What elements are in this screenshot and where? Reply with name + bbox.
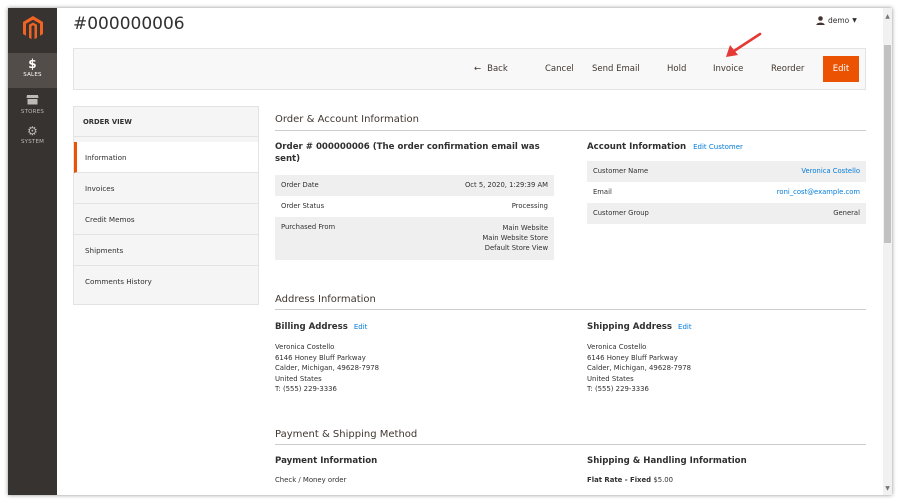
address-line: T: (555) 229-3336 [587, 385, 649, 394]
nav-item-label: SYSTEM [20, 139, 45, 145]
billing-heading: Billing Address Edit [275, 321, 367, 333]
annotation-arrow-icon [726, 32, 762, 57]
table-row: Order Date Oct 5, 2020, 1:29:39 AM [275, 175, 554, 196]
row-value-line: Main Website [502, 224, 548, 232]
order-heading-line: sent) [275, 154, 301, 164]
scrollbar[interactable]: ▲ ▼ [883, 8, 892, 495]
user-name: demo [828, 16, 850, 25]
table-row: Order Status Processing [275, 196, 554, 217]
address-line: 6146 Honey Bluff Parkway [275, 353, 366, 362]
arrow-left-icon: ← [474, 64, 482, 74]
shipping-method: Flat Rate - Fixed $5.00 [587, 476, 673, 484]
table-row: Customer Group General [587, 203, 866, 224]
nav-item-label: SALES [23, 72, 42, 78]
table-row: Purchased From Main Website Main Website… [275, 217, 554, 260]
row-label: Email [593, 188, 612, 196]
billing-address: Veronica Costello 6146 Honey Bluff Parkw… [275, 342, 379, 395]
stores-icon [8, 94, 57, 108]
payment-heading: Payment Information [275, 456, 378, 466]
back-button[interactable]: ← Back [474, 49, 508, 89]
tab-invoices[interactable]: Invoices [74, 173, 258, 204]
edit-button[interactable]: Edit [823, 56, 859, 82]
address-line: T: (555) 229-3336 [275, 385, 337, 394]
user-icon [816, 16, 825, 25]
billing-heading-text: Billing Address [275, 322, 348, 332]
table-row: Customer Name Veronica Costello [587, 161, 866, 182]
address-line: Veronica Costello [275, 343, 335, 351]
row-label: Purchased From [281, 223, 336, 231]
admin-sidebar: $ SALES STORES ⚙ SYSTEM [8, 8, 57, 495]
cancel-button[interactable]: Cancel [545, 49, 574, 89]
shipping-handling-heading: Shipping & Handling Information [587, 456, 747, 466]
tab-credit-memos[interactable]: Credit Memos [74, 204, 258, 235]
account-heading-text: Account Information [587, 142, 687, 152]
tabs-title: ORDER VIEW [74, 107, 258, 137]
browser-frame: $ SALES STORES ⚙ SYSTEM #000000006 demo … [8, 8, 892, 495]
magento-logo[interactable] [8, 8, 57, 48]
row-value: Main Website Main Website Store Default … [482, 223, 548, 253]
nav-item-sales[interactable]: $ SALES [8, 53, 57, 88]
row-value: Processing [511, 202, 548, 210]
address-line: United States [275, 374, 322, 383]
section-title-address: Address Information [275, 294, 376, 305]
row-value: General [833, 209, 860, 217]
section-title-payment-shipping: Payment & Shipping Method [275, 429, 418, 440]
nav-item-system[interactable]: ⚙ SYSTEM [8, 122, 57, 152]
order-heading: Order # 000000006 (The order confirmatio… [275, 141, 555, 165]
hold-button[interactable]: Hold [667, 49, 686, 89]
edit-customer-link[interactable]: Edit Customer [693, 143, 743, 151]
dollar-icon: $ [28, 57, 37, 71]
customer-name-link[interactable]: Veronica Costello [801, 161, 860, 182]
payment-method: Check / Money order [275, 476, 347, 484]
address-line: Veronica Costello [587, 343, 647, 351]
row-label: Customer Group [593, 209, 649, 217]
edit-billing-address-link[interactable]: Edit [354, 323, 368, 331]
tab-shipments[interactable]: Shipments [74, 235, 258, 266]
row-label: Order Date [281, 181, 319, 189]
back-label: Back [487, 64, 508, 74]
divider [275, 309, 866, 310]
scrollbar-thumb[interactable] [884, 45, 891, 243]
reorder-button[interactable]: Reorder [771, 49, 804, 89]
section-title-order-account: Order & Account Information [275, 114, 420, 125]
chevron-down-icon: ▼ [852, 17, 857, 24]
account-heading: Account Information Edit Customer [587, 141, 743, 153]
shipping-heading: Shipping Address Edit [587, 321, 692, 333]
divider [275, 130, 866, 131]
edit-shipping-address-link[interactable]: Edit [678, 323, 692, 331]
address-line: Calder, Michigan, 49628-7978 [587, 364, 691, 373]
address-line: 6146 Honey Bluff Parkway [587, 353, 678, 362]
row-label: Customer Name [593, 167, 649, 175]
order-view-tabs: ORDER VIEW Information Invoices Credit M… [73, 106, 259, 305]
shipping-price: $5.00 [653, 476, 674, 484]
email-link[interactable]: roni_cost@example.com [777, 182, 860, 203]
user-menu[interactable]: demo ▼ [816, 16, 857, 25]
divider [275, 444, 866, 445]
tab-information[interactable]: Information [74, 142, 258, 173]
row-value-line: Main Website Store [482, 234, 548, 242]
scroll-up-icon[interactable]: ▲ [883, 13, 892, 20]
address-line: United States [587, 374, 634, 383]
send-email-button[interactable]: Send Email [592, 49, 640, 89]
shipping-address: Veronica Costello 6146 Honey Bluff Parkw… [587, 342, 691, 395]
row-value-line: Default Store View [484, 244, 548, 252]
address-line: Calder, Michigan, 49628-7978 [275, 364, 379, 373]
scroll-down-icon[interactable]: ▼ [883, 485, 892, 492]
shipping-heading-text: Shipping Address [587, 322, 673, 332]
row-label: Order Status [281, 202, 325, 210]
order-heading-line: Order # 000000006 (The order confirmatio… [275, 142, 540, 152]
nav-item-stores[interactable]: STORES [8, 91, 57, 121]
page-title: #000000006 [73, 14, 185, 34]
gear-icon: ⚙ [27, 124, 38, 138]
tab-comments-history[interactable]: Comments History [74, 266, 258, 297]
nav-item-label: STORES [20, 109, 45, 115]
shipping-method-name: Flat Rate - Fixed [587, 476, 652, 484]
row-value: Oct 5, 2020, 1:29:39 AM [464, 181, 548, 189]
table-row: Email roni_cost@example.com [587, 182, 866, 203]
